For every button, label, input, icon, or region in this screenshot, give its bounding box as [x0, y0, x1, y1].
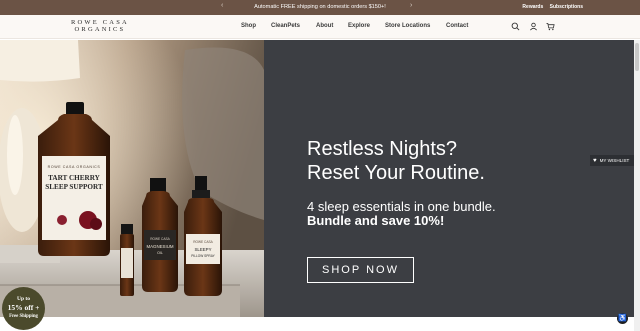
sleepy-bottle-line-2: PILLOW SPRAY [191, 254, 215, 258]
site-header: ROWE CASA ORGANICS Shop CleanPets About … [0, 15, 640, 39]
big-bottle-brand: ROWE CASA ORGANICS [48, 165, 101, 169]
mag-bottle-brand: ROWE CASA [150, 237, 170, 241]
accessibility-icon[interactable]: ♿ [617, 313, 628, 324]
hero-headline-line-2: Reset Your Routine. [307, 162, 485, 184]
big-bottle-line-1: TART CHERRY [48, 174, 101, 182]
wishlist-tab[interactable]: ♥ MY WISHLIST [590, 155, 634, 166]
logo-line-2: ORGANICS [74, 26, 126, 33]
account-icon[interactable] [529, 22, 538, 31]
hero-product-photo: ROWE CASA ORGANICS TART CHERRY SLEEP SUP… [0, 40, 264, 317]
logo-line-1: ROWE CASA [71, 19, 129, 26]
wishlist-label: MY WISHLIST [599, 158, 630, 163]
announcement-bar: ‹ Automatic FREE shipping on domestic or… [0, 0, 640, 15]
hero-subheadline: 4 sleep essentials in one bundle. [307, 199, 496, 214]
promo-line-2: 15% off + [7, 303, 40, 312]
cart-icon[interactable] [546, 22, 555, 31]
utility-links: Rewards Subscriptions [517, 4, 583, 10]
promo-badge[interactable]: Up to 15% off + Free Shipping [2, 287, 45, 330]
nav-cleanpets[interactable]: CleanPets [271, 23, 300, 29]
search-icon[interactable] [511, 22, 520, 31]
scrollbar-track[interactable] [634, 40, 640, 331]
page-bottom-strip [0, 317, 634, 331]
rewards-link[interactable]: Rewards [522, 4, 543, 10]
hero-headline: Restless Nights? Reset Your Routine. [307, 137, 485, 185]
hero-bundle-offer: Bundle and save 10%! [307, 213, 445, 228]
brand-logo[interactable]: ROWE CASA ORGANICS [71, 19, 129, 33]
next-announcement-icon[interactable]: › [410, 2, 412, 9]
nav-shop[interactable]: Shop [241, 23, 256, 29]
mag-bottle-line-2: OIL [157, 251, 163, 255]
heart-icon: ♥ [593, 158, 597, 164]
nav-contact[interactable]: Contact [446, 23, 468, 29]
nav-explore[interactable]: Explore [348, 23, 370, 29]
sleepy-bottle-brand: ROWE CASA [193, 240, 213, 244]
sleepy-bottle-line-1: SLEEPY [194, 247, 211, 252]
scrollbar-thumb[interactable] [635, 43, 639, 71]
shop-now-button[interactable]: SHOP NOW [307, 257, 414, 283]
subscriptions-link[interactable]: Subscriptions [550, 4, 583, 10]
product-scene-illustration: ROWE CASA ORGANICS TART CHERRY SLEEP SUP… [0, 40, 264, 317]
hero-headline-line-1: Restless Nights? [307, 138, 458, 160]
nav-store-locations[interactable]: Store Locations [385, 23, 430, 29]
big-bottle-line-2: SLEEP SUPPORT [45, 183, 103, 191]
promo-line-3: Free Shipping [9, 314, 38, 319]
mag-bottle-line-1: MAGNESIUM [146, 244, 173, 249]
nav-about[interactable]: About [316, 23, 333, 29]
promo-line-1: Up to [17, 296, 30, 302]
